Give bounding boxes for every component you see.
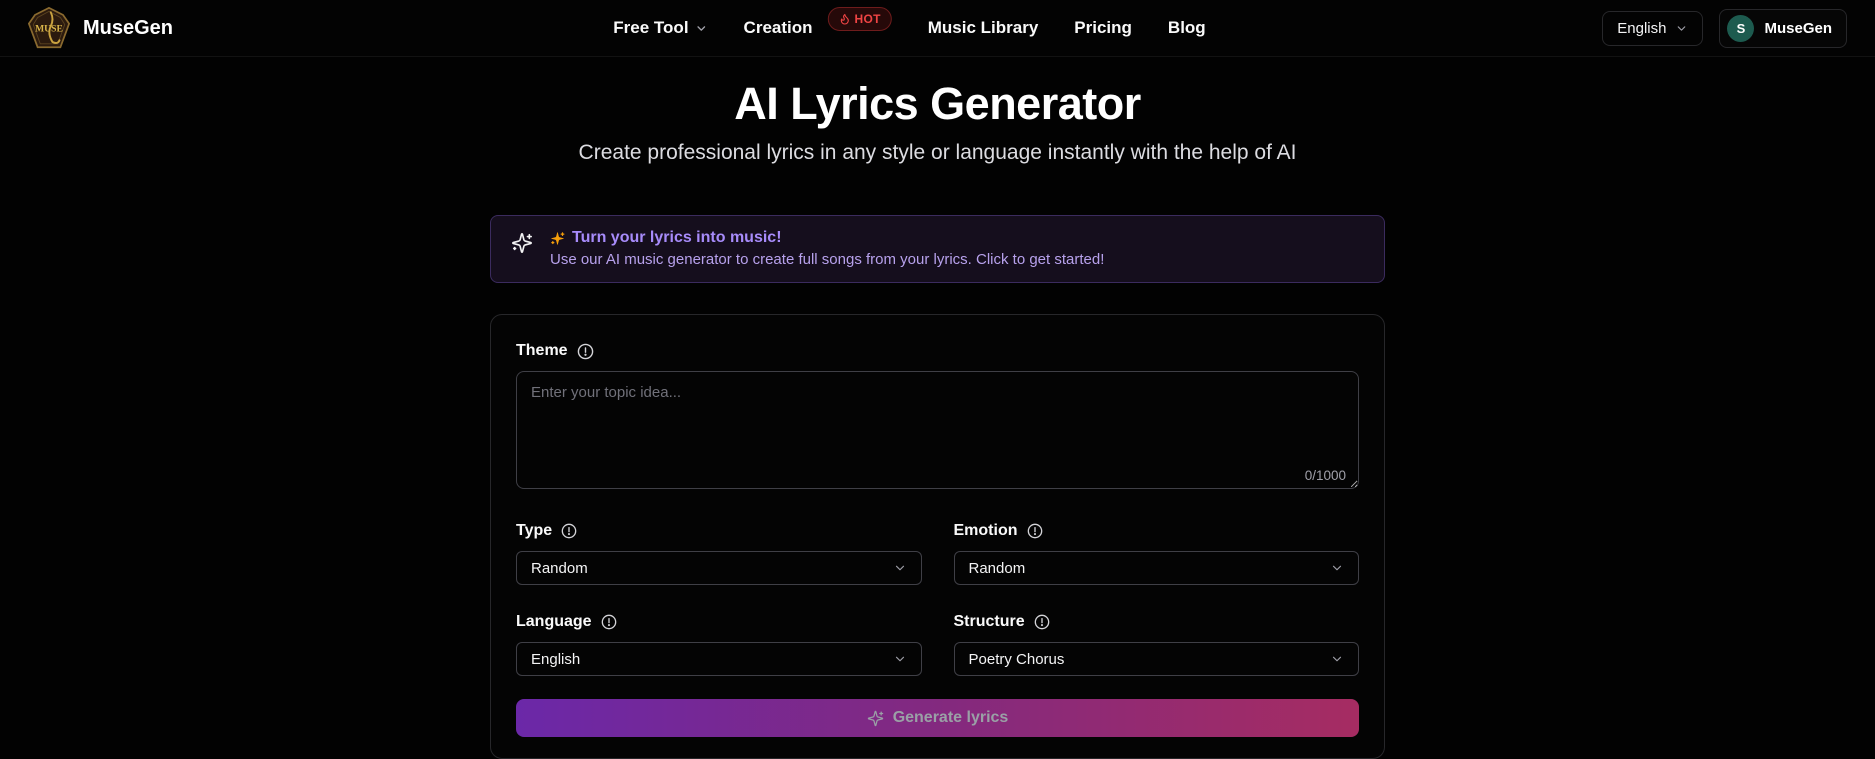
structure-select[interactable]: Poetry Chorus (953, 642, 1359, 676)
language-select-value: English (531, 650, 581, 668)
sparkle-icon (867, 710, 884, 727)
theme-input[interactable] (516, 371, 1359, 489)
music-promo-banner[interactable]: Turn your lyrics into music! Use our AI … (490, 215, 1385, 283)
chevron-down-icon (695, 22, 708, 35)
language-field: Language English (516, 613, 922, 676)
user-account-button[interactable]: S MuseGen (1719, 8, 1847, 48)
brand-name: MuseGen (83, 16, 174, 39)
top-nav-bar: MUSE MuseGen Free Tool Creation HOT Musi… (0, 0, 1875, 57)
page-subtitle: Create professional lyrics in any style … (578, 141, 1297, 164)
language-label: Language (516, 613, 592, 630)
hot-badge: HOT (827, 7, 892, 31)
emotion-select[interactable]: Random (953, 551, 1359, 585)
nav-pricing-label: Pricing (1074, 18, 1132, 37)
brand[interactable]: MUSE MuseGen (28, 7, 173, 49)
structure-field: Structure Poetry Chorus (953, 613, 1359, 676)
emotion-label: Emotion (953, 522, 1018, 539)
nav-free-tool-label: Free Tool (613, 18, 689, 37)
logo-text: MUSE (35, 24, 63, 35)
nav-music-library-label: Music Library (927, 18, 1039, 37)
nav-blog-label: Blog (1167, 18, 1206, 37)
language-selector[interactable]: English (1602, 10, 1704, 46)
hot-badge-label: HOT (854, 12, 881, 26)
page-title: AI Lyrics Generator (734, 78, 1141, 129)
info-icon[interactable] (577, 343, 594, 360)
banner-title: Turn your lyrics into music! (572, 229, 782, 246)
lyrics-form-card: Theme 0/1000 Type Random (490, 314, 1385, 759)
chevron-down-icon (1330, 652, 1344, 666)
nav-pricing[interactable]: Pricing (1074, 18, 1132, 38)
chevron-down-icon (893, 652, 907, 666)
type-select-value: Random (531, 559, 588, 577)
info-icon[interactable] (1027, 523, 1043, 539)
avatar: S (1727, 14, 1755, 42)
header-right: English S MuseGen (1602, 8, 1847, 48)
hero: AI Lyrics Generator Create professional … (0, 78, 1875, 165)
nav-music-library[interactable]: Music Library (928, 18, 1039, 38)
emotion-field: Emotion Random (953, 522, 1359, 585)
sparkles-icon (511, 232, 533, 254)
language-select[interactable]: English (516, 642, 922, 676)
nav-creation[interactable]: Creation HOT (743, 7, 892, 40)
nav-blog[interactable]: Blog (1168, 18, 1206, 38)
emotion-select-value: Random (968, 559, 1026, 577)
type-select[interactable]: Random (516, 551, 922, 585)
banner-body: Use our AI music generator to create ful… (550, 251, 1105, 268)
main-nav: Free Tool Creation HOT Music Library Pri… (613, 7, 1206, 40)
chevron-down-icon (893, 561, 907, 575)
banner-text: Turn your lyrics into music! Use our AI … (550, 229, 1104, 268)
nav-creation-label: Creation (743, 18, 813, 37)
generate-lyrics-label: Generate lyrics (892, 709, 1009, 726)
theme-label: Theme (516, 342, 568, 359)
chevron-down-icon (1330, 561, 1344, 575)
type-field: Type Random (516, 522, 922, 585)
chevron-down-icon (1675, 22, 1688, 35)
structure-label: Structure (953, 613, 1025, 630)
structure-select-value: Poetry Chorus (968, 650, 1065, 668)
user-name: MuseGen (1764, 19, 1832, 37)
language-selector-value: English (1617, 19, 1667, 37)
info-icon[interactable] (1034, 614, 1050, 630)
flame-icon (839, 13, 851, 25)
info-icon[interactable] (561, 523, 577, 539)
sparkles-emoji-icon (550, 231, 565, 246)
brand-logo-icon: MUSE (28, 7, 70, 49)
info-icon[interactable] (601, 614, 617, 630)
nav-free-tool[interactable]: Free Tool (613, 18, 707, 38)
type-label: Type (516, 522, 553, 539)
generate-lyrics-button[interactable]: Generate lyrics (516, 699, 1359, 737)
